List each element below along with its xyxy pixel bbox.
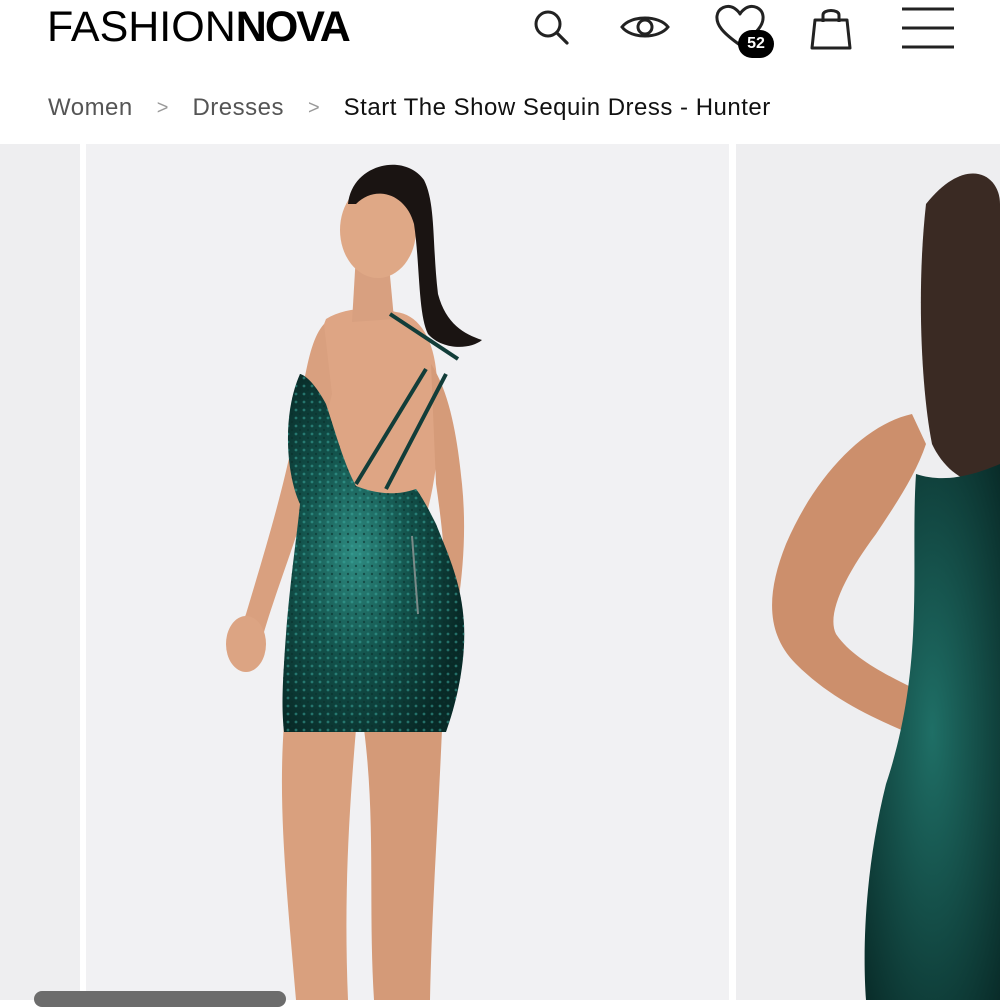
- horizontal-scrollbar[interactable]: [34, 991, 286, 1007]
- product-image-previous[interactable]: [0, 144, 80, 1000]
- product-image-back[interactable]: [86, 144, 729, 1000]
- logo-bold-text: NOVA: [235, 2, 351, 51]
- site-header: FASHION NOVA 52: [0, 0, 1000, 60]
- search-icon[interactable]: [528, 2, 574, 52]
- breadcrumb: Women > Dresses > Start The Show Sequin …: [48, 90, 771, 126]
- logo-light-text: FASHION: [47, 2, 236, 51]
- product-image-gallery[interactable]: [0, 144, 1000, 1000]
- menu-icon[interactable]: [898, 2, 958, 52]
- breadcrumb-separator: >: [156, 96, 169, 119]
- fashionnova-logo[interactable]: FASHION NOVA: [47, 2, 351, 51]
- product-image-side[interactable]: [736, 144, 1000, 1000]
- shopping-bag-icon[interactable]: [808, 2, 854, 52]
- eye-icon[interactable]: [618, 2, 672, 52]
- breadcrumb-dresses[interactable]: Dresses: [192, 94, 284, 122]
- wishlist-count-badge: 52: [738, 30, 774, 58]
- breadcrumb-current-product: Start The Show Sequin Dress - Hunter: [343, 94, 771, 121]
- breadcrumb-separator: >: [307, 96, 320, 119]
- breadcrumb-women[interactable]: Women: [48, 94, 133, 122]
